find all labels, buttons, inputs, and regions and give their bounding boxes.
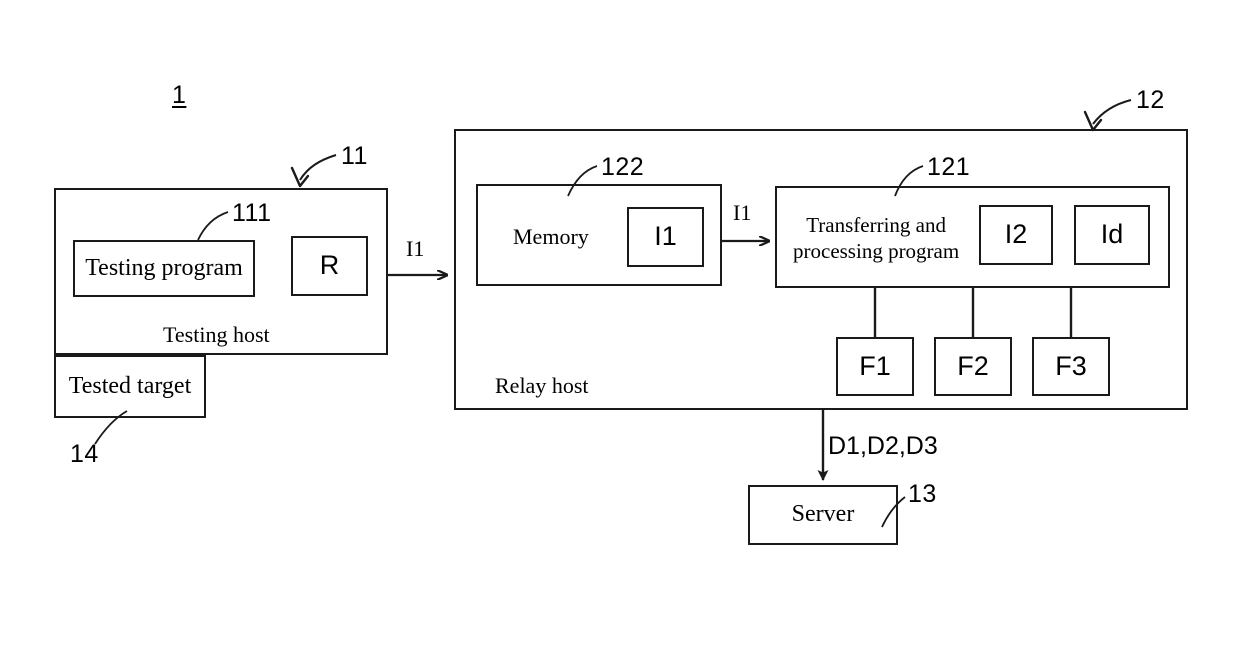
f3-block: F3 (1032, 337, 1110, 396)
id-label: Id (1100, 219, 1124, 250)
r-register-block: R (291, 236, 368, 296)
r-register-label: R (319, 250, 340, 281)
signal-label-host-to-relay: I1 (406, 236, 425, 261)
signal-label-relay-to-server: D1,D2,D3 (828, 432, 938, 460)
memory-label: Memory (513, 224, 589, 249)
f1-label: F1 (859, 350, 891, 381)
reference-numeral-14: 14 (70, 440, 99, 468)
i2-block: I2 (979, 205, 1053, 265)
server-block: Server (748, 485, 898, 545)
figure-reference-numeral: 1 (172, 81, 187, 109)
reference-numeral-11: 11 (341, 142, 368, 170)
memory-i1-block: I1 (627, 207, 704, 267)
id-block: Id (1074, 205, 1150, 265)
reference-numeral-122: 122 (601, 153, 645, 181)
reference-numeral-13: 13 (908, 480, 937, 508)
leader-arrowhead-12 (1083, 110, 1103, 132)
tested-target-label: Tested target (68, 372, 192, 399)
signal-label-memory-to-program: I1 (733, 200, 752, 225)
leader-line-11 (299, 154, 337, 181)
relay-host-label: Relay host (495, 373, 589, 398)
reference-numeral-111: 111 (232, 199, 272, 227)
server-label: Server (791, 501, 855, 528)
tested-target-block: Tested target (54, 355, 206, 418)
f3-label: F3 (1055, 350, 1087, 381)
memory-i1-label: I1 (654, 221, 677, 252)
f1-block: F1 (836, 337, 914, 396)
leader-arrowhead-11 (290, 166, 310, 188)
f2-label: F2 (957, 350, 989, 381)
f2-block: F2 (934, 337, 1012, 396)
testing-program-label: Testing program (85, 254, 243, 281)
testing-program-block: Testing program (73, 240, 255, 297)
leader-line-12 (1092, 99, 1132, 125)
testing-host-label: Testing host (163, 322, 270, 347)
i2-label: I2 (1004, 219, 1028, 250)
transferring-processing-program-label: Transferring and processing program (793, 213, 960, 264)
reference-numeral-12: 12 (1136, 86, 1165, 114)
reference-numeral-121: 121 (927, 153, 971, 181)
diagram-canvas: 1 Testing host 11 Testing program 111 R … (0, 0, 1240, 660)
